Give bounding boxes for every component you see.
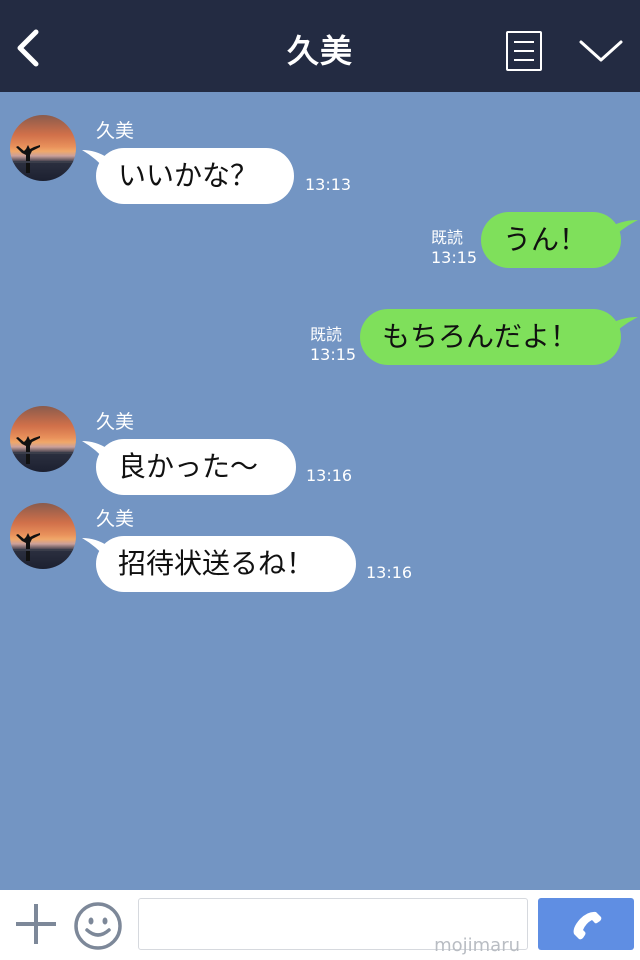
message-bubble[interactable]: 招待状送るね！ <box>96 536 356 592</box>
read-receipt: 既読 13:15 <box>310 325 357 364</box>
smiley-icon[interactable] <box>72 900 124 952</box>
message-time: 13:13 <box>305 175 352 194</box>
avatar[interactable] <box>10 115 76 181</box>
sender-name: 久美 <box>96 508 135 530</box>
chat-title: 久美 <box>286 32 353 70</box>
plus-icon[interactable] <box>14 902 58 946</box>
message-time: 13:16 <box>366 563 413 582</box>
phone-icon <box>573 911 602 940</box>
chat-header: 久美 <box>0 0 640 92</box>
watermark: mojimaru <box>434 935 520 956</box>
message-bubble[interactable]: うん！ <box>481 212 621 268</box>
message-bubble[interactable]: もちろんだよ！ <box>360 309 621 365</box>
chevron-down-icon[interactable] <box>578 36 624 66</box>
message-list[interactable]: 久美 いいかな？ 13:13 既読 13:15 うん！ 既読 13:15 もちろ… <box>0 92 640 890</box>
menu-icon[interactable] <box>506 31 542 71</box>
chat-input-bar: mojimaru <box>0 890 640 960</box>
avatar[interactable] <box>10 503 76 569</box>
avatar[interactable] <box>10 406 76 472</box>
message-bubble[interactable]: いいかな？ <box>96 148 294 204</box>
call-button[interactable] <box>538 898 634 950</box>
sender-name: 久美 <box>96 120 135 142</box>
read-receipt: 既読 13:15 <box>431 228 478 267</box>
message-bubble[interactable]: 良かった〜 <box>96 439 296 495</box>
sender-name: 久美 <box>96 411 135 433</box>
message-time: 13:16 <box>306 466 353 485</box>
